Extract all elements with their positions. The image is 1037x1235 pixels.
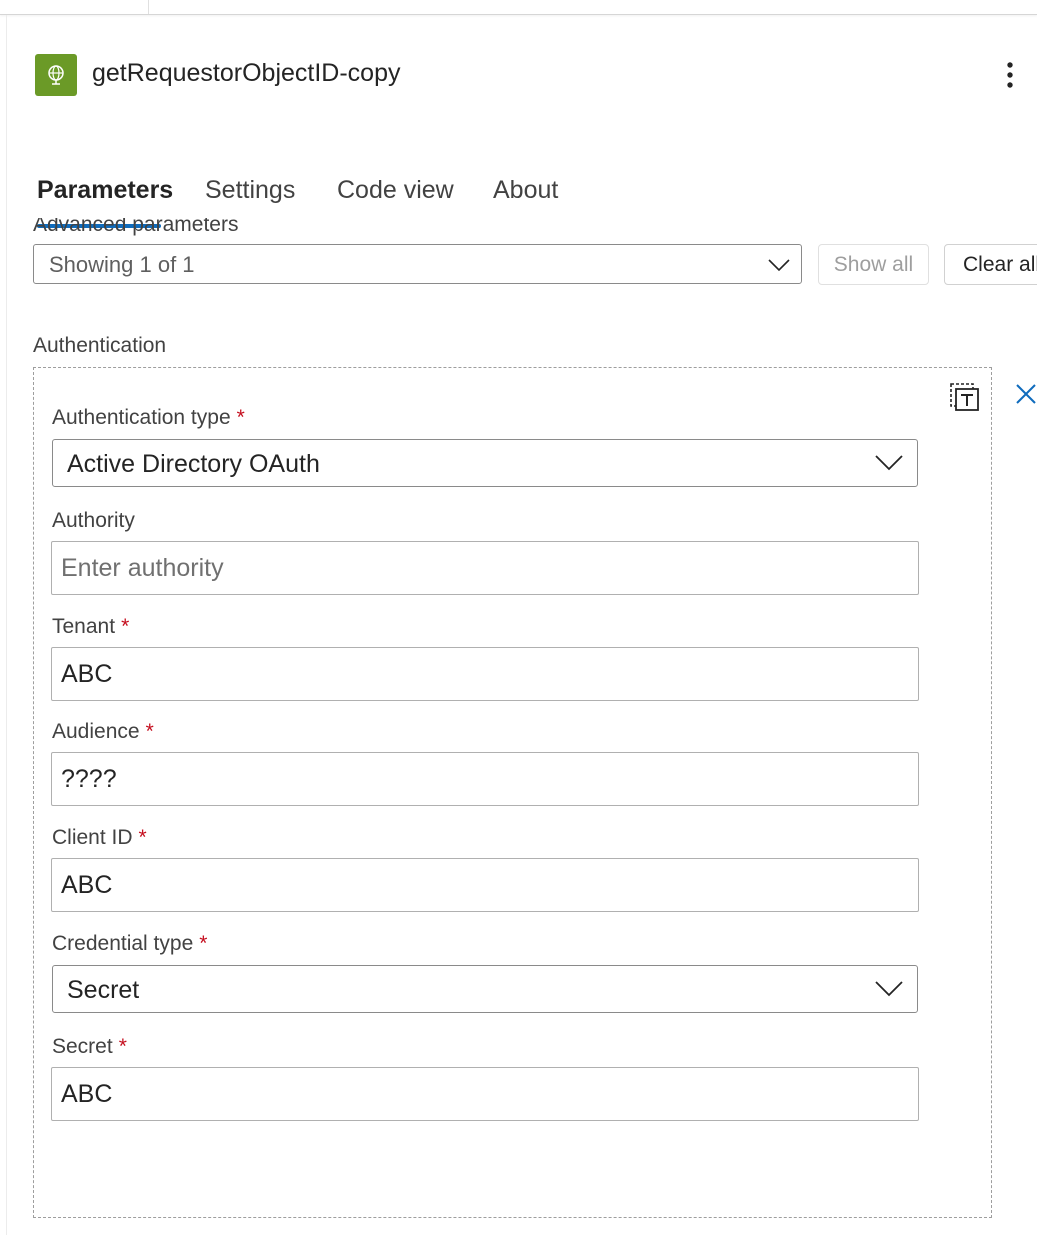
globe-icon (35, 54, 77, 96)
required-marker: * (121, 615, 130, 638)
insert-token-icon[interactable] (948, 380, 980, 417)
chevron-down-icon (767, 254, 791, 279)
show-all-button[interactable]: Show all (818, 244, 929, 285)
credential-type-value: Secret (67, 976, 140, 1004)
advanced-parameters-value: Showing 1 of 1 (49, 252, 195, 277)
required-marker: * (145, 720, 154, 743)
top-toolbar-strip (0, 0, 1037, 15)
required-marker: * (138, 826, 147, 849)
authentication-type-label: Authentication type * (52, 406, 245, 429)
credential-type-label: Credential type * (52, 932, 208, 955)
authentication-section-label: Authentication (33, 334, 167, 357)
client-id-label: Client ID * (52, 826, 147, 849)
secret-label: Secret * (52, 1035, 127, 1058)
authentication-type-value: Active Directory OAuth (67, 450, 320, 478)
toolbar-divider (148, 0, 149, 14)
authority-label: Authority (52, 509, 135, 532)
advanced-parameters-label-container: Advanced parameters (33, 218, 433, 238)
audience-label: Audience * (52, 720, 154, 743)
close-icon[interactable] (1014, 382, 1037, 411)
clear-all-button[interactable]: Clear all (944, 244, 1037, 285)
required-marker: * (118, 1035, 127, 1058)
credential-type-dropdown[interactable]: Secret (52, 965, 918, 1013)
tab-settings[interactable]: Settings (205, 176, 295, 205)
page-title: getRequestorObjectID-copy (92, 59, 401, 87)
audience-input[interactable] (51, 752, 919, 806)
tab-code-view[interactable]: Code view (337, 176, 454, 205)
more-options-icon[interactable] (998, 58, 1022, 92)
tenant-input[interactable] (51, 647, 919, 701)
advanced-parameters-dropdown[interactable]: Showing 1 of 1 (33, 244, 802, 284)
secret-input[interactable] (51, 1067, 919, 1121)
authentication-type-dropdown[interactable]: Active Directory OAuth (52, 439, 918, 487)
panel-left-border (6, 15, 7, 1235)
tab-about[interactable]: About (493, 176, 558, 205)
tab-parameters[interactable]: Parameters (37, 176, 173, 205)
required-marker: * (199, 932, 208, 955)
tenant-label: Tenant * (52, 615, 130, 638)
required-marker: * (236, 406, 245, 429)
authority-input[interactable] (51, 541, 919, 595)
advanced-parameters-label: Advanced parameters (33, 218, 239, 236)
chevron-down-icon (874, 451, 904, 478)
client-id-input[interactable] (51, 858, 919, 912)
chevron-down-icon (874, 977, 904, 1004)
